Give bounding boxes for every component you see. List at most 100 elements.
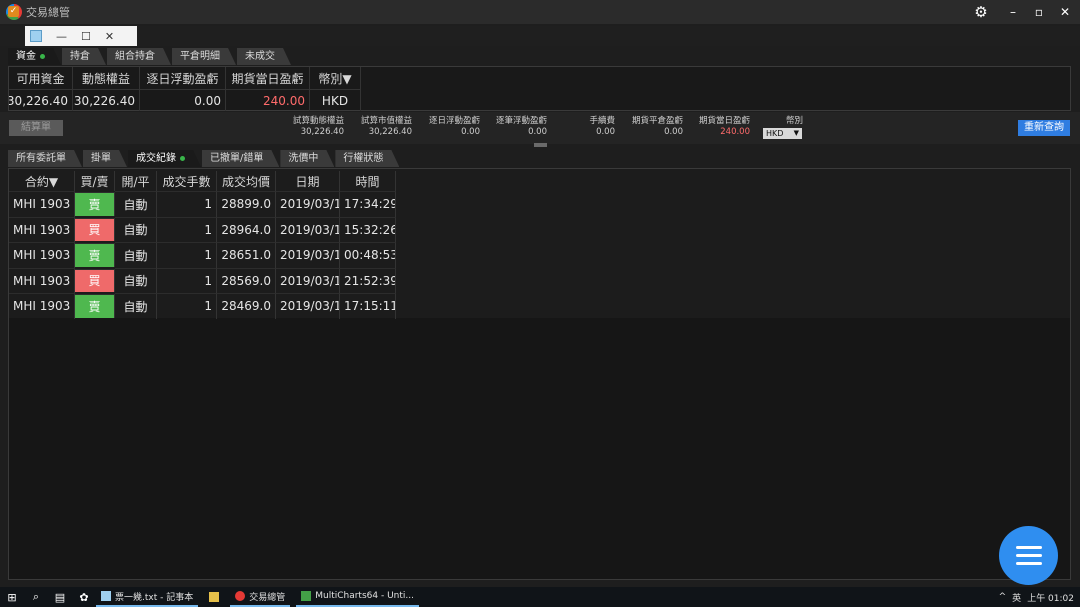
chevron-down-icon: ▼ (793, 129, 799, 137)
trades-header[interactable]: 買/賣 (75, 171, 115, 191)
trade-cell-qty: 1 (157, 293, 217, 319)
taskbar-app-icon (235, 591, 246, 601)
app-pinned-icon[interactable]: ✿ (72, 587, 96, 607)
tab-funds-1[interactable]: 持倉 (62, 48, 106, 65)
trade-cell-time: 15:32:26 (340, 216, 396, 242)
summary-label: 幣別 (785, 116, 803, 126)
minimize-button[interactable]: – (1006, 5, 1020, 19)
pin-checkbox[interactable]: ✓ (8, 6, 19, 17)
close-button[interactable]: ✕ (1058, 5, 1072, 19)
trades-table: 合約▼ 買/賣 開/平 成交手數 成交均價 日期 時間 MHI 1903 賣自動 1 28899.0… (9, 171, 396, 319)
funds-tab-row: 資金 持倉 組合持倉 平倉明細 未成交 (8, 48, 292, 65)
tab-funds-2[interactable]: 組合持倉 (107, 48, 171, 65)
notepad-close-button[interactable]: ✕ (105, 31, 114, 42)
trade-cell-qty: 1 (157, 216, 217, 242)
trades-header[interactable]: 時間 (340, 171, 396, 191)
taskbar-app-label: 交易總管 (249, 592, 286, 603)
taskbar-app-icon (101, 591, 111, 601)
ime-indicator[interactable]: 英 (1012, 591, 1021, 604)
tab-orders-4[interactable]: 洗價中 (280, 150, 334, 167)
trade-cell-price: 28964.0 (217, 216, 276, 242)
trade-cell-qty: 1 (157, 267, 217, 293)
taskbar-app-label: MultiCharts64 - Unti... (315, 591, 414, 601)
tab-label: 洗價中 (288, 153, 319, 164)
os-taskbar: ⊞ ⌕ ▤ ✿ 票一幾.txt - 記事本 交易總管 MultiCharts64 -… (0, 587, 1080, 607)
trade-cell-qty: 1 (157, 191, 217, 217)
toolbar-strip (0, 26, 1080, 46)
notepad-mini-window[interactable]: — ☐ ✕ (25, 26, 137, 46)
trade-cell-side: 買 (75, 268, 115, 292)
funds-header[interactable]: 期貨當日盈虧 (226, 67, 310, 89)
funds-table: 可用資金 動態權益 逐日浮動盈虧 期貨當日盈虧 幣別▼ 30,226.40 30,226.4… (9, 67, 1070, 111)
trades-header[interactable]: 日期 (276, 171, 340, 191)
trades-header[interactable]: 成交均價 (217, 171, 276, 191)
tab-orders-0[interactable]: 所有委託單 (8, 150, 82, 167)
funds-panel: 可用資金 動態權益 逐日浮動盈虧 期貨當日盈虧 幣別▼ 30,226.40 30,226.4… (8, 66, 1071, 111)
notepad-minimize-button[interactable]: — (56, 31, 67, 42)
tab-orders-2[interactable]: 成交紀錄 (128, 150, 201, 167)
trade-cell-qty: 1 (157, 242, 217, 268)
clock[interactable]: 上午 01:02 (1027, 591, 1074, 604)
tab-label: 持倉 (70, 51, 90, 62)
gear-icon[interactable]: ⚙ (974, 4, 988, 19)
tab-orders-1[interactable]: 掛單 (83, 150, 127, 167)
search-icon[interactable]: ⌕ (24, 587, 48, 607)
trade-cell-contract: MHI 1903 (9, 267, 75, 293)
trade-cell-side: 賣 (75, 192, 115, 216)
menu-icon-line (1015, 562, 1042, 565)
tab-orders-3[interactable]: 已撤單/錯單 (202, 150, 279, 167)
trade-cell-date: 2019/03/11 (276, 293, 340, 319)
taskbar-apps: 票一幾.txt - 記事本 交易總管 MultiCharts64 - Unti... (96, 587, 419, 607)
taskbar-app[interactable] (204, 587, 224, 607)
trade-cell-open-close: 自動 (115, 242, 157, 268)
tab-label: 掛單 (91, 153, 111, 164)
funds-value: HKD (310, 89, 361, 111)
trade-cell-price: 28899.0 (217, 191, 276, 217)
tab-funds-3[interactable]: 平倉明細 (172, 48, 236, 65)
summary-column: 幣別 (723, 116, 803, 127)
system-tray: ^ 英 上午 01:02 (999, 587, 1074, 607)
windows-start-icon[interactable]: ⊞ (0, 587, 24, 607)
funds-header[interactable]: 可用資金 (9, 67, 73, 89)
funds-value: 30,226.40 (9, 89, 73, 111)
funds-header[interactable]: 逐日浮動盈虧 (140, 67, 226, 89)
trade-cell-contract: MHI 1903 (9, 191, 75, 217)
maximize-button[interactable]: ▫ (1032, 5, 1046, 19)
calculator-icon[interactable]: ▤ (48, 587, 72, 607)
currency-select[interactable]: HKD ▼ (763, 128, 802, 139)
tab-orders-5[interactable]: 行權狀態 (335, 150, 399, 167)
splitter-handle[interactable] (534, 143, 547, 147)
trade-cell-open-close: 自動 (115, 216, 157, 242)
tab-label: 已撤單/錯單 (210, 153, 264, 164)
trades-header[interactable]: 成交手數 (157, 171, 217, 191)
funds-header[interactable]: 動態權益 (73, 67, 140, 89)
trade-cell-date: 2019/03/12 (276, 191, 340, 217)
tab-label: 平倉明細 (180, 51, 220, 62)
trade-cell-time: 17:15:11 (340, 293, 396, 319)
trade-cell-side: 賣 (75, 243, 115, 267)
tab-label: 未成交 (245, 51, 275, 62)
funds-value: 240.00 (226, 89, 310, 111)
taskbar-app[interactable]: 票一幾.txt - 記事本 (96, 587, 199, 607)
tab-funds-0[interactable]: 資金 (8, 48, 61, 65)
trade-cell-date: 2019/03/12 (276, 216, 340, 242)
menu-icon-line (1015, 546, 1042, 549)
chevron-up-icon[interactable]: ^ (999, 592, 1007, 602)
notepad-maximize-button[interactable]: ☐ (81, 31, 91, 42)
taskbar-app-icon (209, 592, 220, 602)
tab-funds-4[interactable]: 未成交 (237, 48, 291, 65)
trades-header[interactable]: 合約▼ (9, 171, 75, 191)
taskbar-app[interactable]: 交易總管 (230, 587, 291, 607)
requery-button[interactable]: 重新查詢 (1018, 120, 1070, 136)
menu-fab-button[interactable] (999, 526, 1058, 585)
trades-header[interactable]: 開/平 (115, 171, 157, 191)
trade-cell-contract: MHI 1903 (9, 216, 75, 242)
funds-header[interactable]: 幣別▼ (310, 67, 361, 89)
notepad-icon (30, 30, 42, 42)
trade-cell-price: 28651.0 (217, 242, 276, 268)
trade-cell-contract: MHI 1903 (9, 242, 75, 268)
taskbar-app[interactable]: MultiCharts64 - Unti... (296, 587, 419, 607)
window-title: 交易總管 (26, 6, 70, 19)
tab-label: 組合持倉 (115, 51, 155, 62)
trades-panel: 合約▼ 買/賣 開/平 成交手數 成交均價 日期 時間 MHI 1903 賣自動 1 28899.0… (8, 168, 1071, 580)
